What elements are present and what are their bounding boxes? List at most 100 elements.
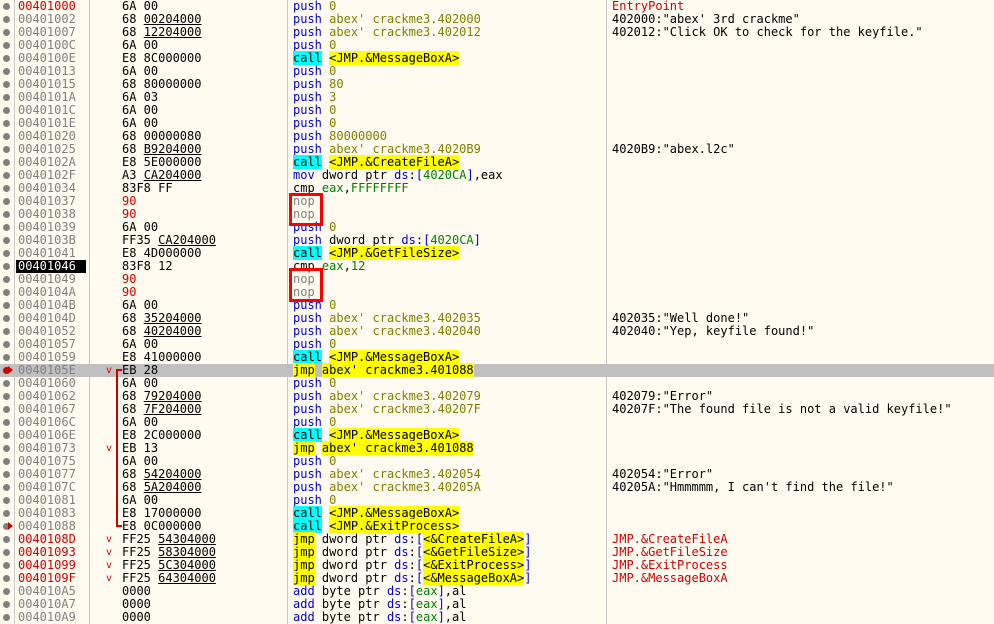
breakpoint-dot-icon[interactable] (3, 341, 10, 348)
instruction-operands: eax,12 (321, 259, 366, 273)
breakpoint-dot-icon[interactable] (3, 484, 10, 491)
breakpoint-dot-icon[interactable] (3, 510, 10, 517)
instruction-mnemonic: jmp (293, 532, 315, 546)
breakpoint-dot-icon[interactable] (3, 94, 10, 101)
instruction-disassembly[interactable]: push abex' crackme3.40205A (293, 481, 603, 494)
breakpoint-dot-icon[interactable] (3, 562, 10, 569)
breakpoint-dot-icon[interactable] (3, 146, 10, 153)
instruction-row[interactable]: 00401049 90 nop (0, 273, 994, 286)
instruction-disassembly[interactable]: jmp abex' crackme3.401088 (293, 441, 603, 455)
instruction-operands: byte ptr ds:[eax],al (321, 584, 467, 598)
instruction-disassembly[interactable]: push 3 (293, 91, 603, 104)
jump-direction-chevron-icon: v (106, 560, 113, 571)
instruction-operands: <JMP.&GetFileSize> (329, 246, 460, 260)
jump-arrow-start (116, 369, 122, 371)
breakpoint-dot-icon[interactable] (3, 393, 10, 400)
breakpoint-dot-icon[interactable] (3, 536, 10, 543)
breakpoint-dot-icon[interactable] (3, 419, 10, 426)
instruction-disassembly[interactable]: jmp abex' crackme3.401088 (293, 363, 603, 377)
instruction-operands: 0 (329, 116, 337, 130)
breakpoint-dot-icon[interactable] (3, 250, 10, 257)
breakpoint-dot-icon[interactable] (3, 55, 10, 62)
instruction-row[interactable]: 00401037 90 nop (0, 195, 994, 208)
breakpoint-dot-icon[interactable] (3, 120, 10, 127)
breakpoint-dot-icon[interactable] (3, 159, 10, 166)
breakpoint-dot-icon[interactable] (3, 458, 10, 465)
breakpoint-dot-icon[interactable] (3, 575, 10, 582)
breakpoint-dot-icon[interactable] (3, 614, 10, 621)
breakpoint-dot-icon[interactable] (3, 81, 10, 88)
breakpoint-dot-icon[interactable] (3, 549, 10, 556)
breakpoint-dot-icon[interactable] (3, 471, 10, 478)
instruction-operands: 0 (329, 337, 337, 351)
instruction-mnemonic: push (293, 311, 322, 325)
breakpoint-dot-icon[interactable] (3, 445, 10, 452)
instruction-mnemonic: push (293, 103, 322, 117)
instruction-comment: 402012:"Click OK to check for the keyfil… (612, 25, 923, 39)
breakpoint-dot-icon[interactable] (3, 107, 10, 114)
jump-arrow-line (116, 369, 118, 527)
instruction-comment: 4020B9:"abex.l2c" (612, 142, 735, 156)
breakpoint-dot-icon[interactable] (3, 588, 10, 595)
instruction-disassembly[interactable]: cmp eax,FFFFFFFF (293, 182, 603, 195)
instruction-mnemonic: push (293, 12, 322, 26)
breakpoint-dot-icon[interactable] (3, 237, 10, 244)
breakpoint-dot-icon[interactable] (3, 133, 10, 140)
instruction-mnemonic: push (293, 129, 322, 143)
instruction-operands: abex' crackme3.402012 (329, 25, 481, 39)
instruction-operands: 80 (329, 77, 344, 91)
breakpoint-dot-icon[interactable] (3, 276, 10, 283)
breakpoint-dot-icon[interactable] (3, 263, 10, 270)
instruction-address[interactable]: 004010A9 (16, 611, 88, 624)
breakpoint-dot-icon[interactable] (3, 354, 10, 361)
instruction-operands: <JMP.&MessageBoxA> (329, 428, 460, 442)
instruction-disassembly[interactable]: nop (293, 208, 603, 221)
instruction-mnemonic: push (293, 324, 322, 338)
breakpoint-dot-icon[interactable] (3, 211, 10, 218)
instruction-operands: 3 (329, 90, 337, 104)
patched-nop-highlight-box (289, 268, 323, 302)
instruction-disassembly[interactable]: push 80 (293, 78, 603, 91)
breakpoint-dot-icon[interactable] (3, 198, 10, 205)
instruction-mnemonic: add (293, 610, 315, 624)
disassembly-view[interactable]: 00401000 6A 00 push 0 EntryPoint 00401002 68 … (0, 0, 994, 624)
breakpoint-dot-icon[interactable] (3, 289, 10, 296)
instruction-disassembly[interactable]: cmp eax,12 (293, 260, 603, 273)
breakpoint-dot-icon[interactable] (3, 3, 10, 10)
breakpoint-dot-icon[interactable] (3, 42, 10, 49)
instruction-disassembly[interactable]: nop (293, 273, 603, 286)
instruction-disassembly[interactable]: call <JMP.&MessageBoxA> (293, 51, 603, 65)
breakpoint-dot-icon[interactable] (3, 328, 10, 335)
breakpoint-dot-icon[interactable] (3, 380, 10, 387)
breakpoint-dot-icon[interactable] (3, 302, 10, 309)
breakpoint-dot-icon[interactable] (3, 432, 10, 439)
instruction-row[interactable]: 004010A9 0000 add byte ptr ds:[eax],al (0, 611, 994, 624)
breakpoint-dot-icon[interactable] (3, 601, 10, 608)
breakpoint-dot-icon[interactable] (3, 224, 10, 231)
instruction-comment: 40207F:"The found file is not a valid ke… (612, 402, 952, 416)
instruction-disassembly[interactable]: add byte ptr ds:[eax],al (293, 611, 603, 624)
instruction-mnemonic: jmp (293, 571, 315, 585)
instruction-row[interactable]: 00401034 83F8 FF cmp eax,FFFFFFFF (0, 182, 994, 195)
instruction-disassembly[interactable]: push abex' crackme3.402012 (293, 26, 603, 39)
instruction-row[interactable]: 00401046 83F8 12 cmp eax,12 (0, 260, 994, 273)
breakpoint-dot-icon[interactable] (3, 172, 10, 179)
instruction-disassembly[interactable]: push abex' crackme3.40207F (293, 403, 603, 416)
breakpoint-dot-icon[interactable] (3, 29, 10, 36)
instruction-disassembly[interactable]: push 0 (293, 104, 603, 117)
instruction-disassembly[interactable]: nop (293, 286, 603, 299)
instruction-operands: dword ptr ds:[<&GetFileSize>] (321, 545, 532, 559)
instruction-mnemonic: jmp (293, 441, 315, 455)
breakpoint-dot-icon[interactable] (3, 315, 10, 322)
breakpoint-dot-icon[interactable] (3, 68, 10, 75)
breakpoint-dot-icon[interactable] (3, 16, 10, 23)
jump-arrow-end (116, 525, 122, 527)
breakpoint-dot-icon[interactable] (3, 185, 10, 192)
jump-direction-chevron-icon: v (106, 573, 113, 584)
instruction-operands: dword ptr ds:[4020CA] (329, 233, 481, 247)
breakpoint-dot-icon[interactable] (3, 406, 10, 413)
breakpoint-dot-icon[interactable] (3, 497, 10, 504)
instruction-disassembly[interactable]: nop (293, 195, 603, 208)
instruction-disassembly[interactable]: push abex' crackme3.402040 (293, 325, 603, 338)
instruction-mnemonic: push (293, 116, 322, 130)
